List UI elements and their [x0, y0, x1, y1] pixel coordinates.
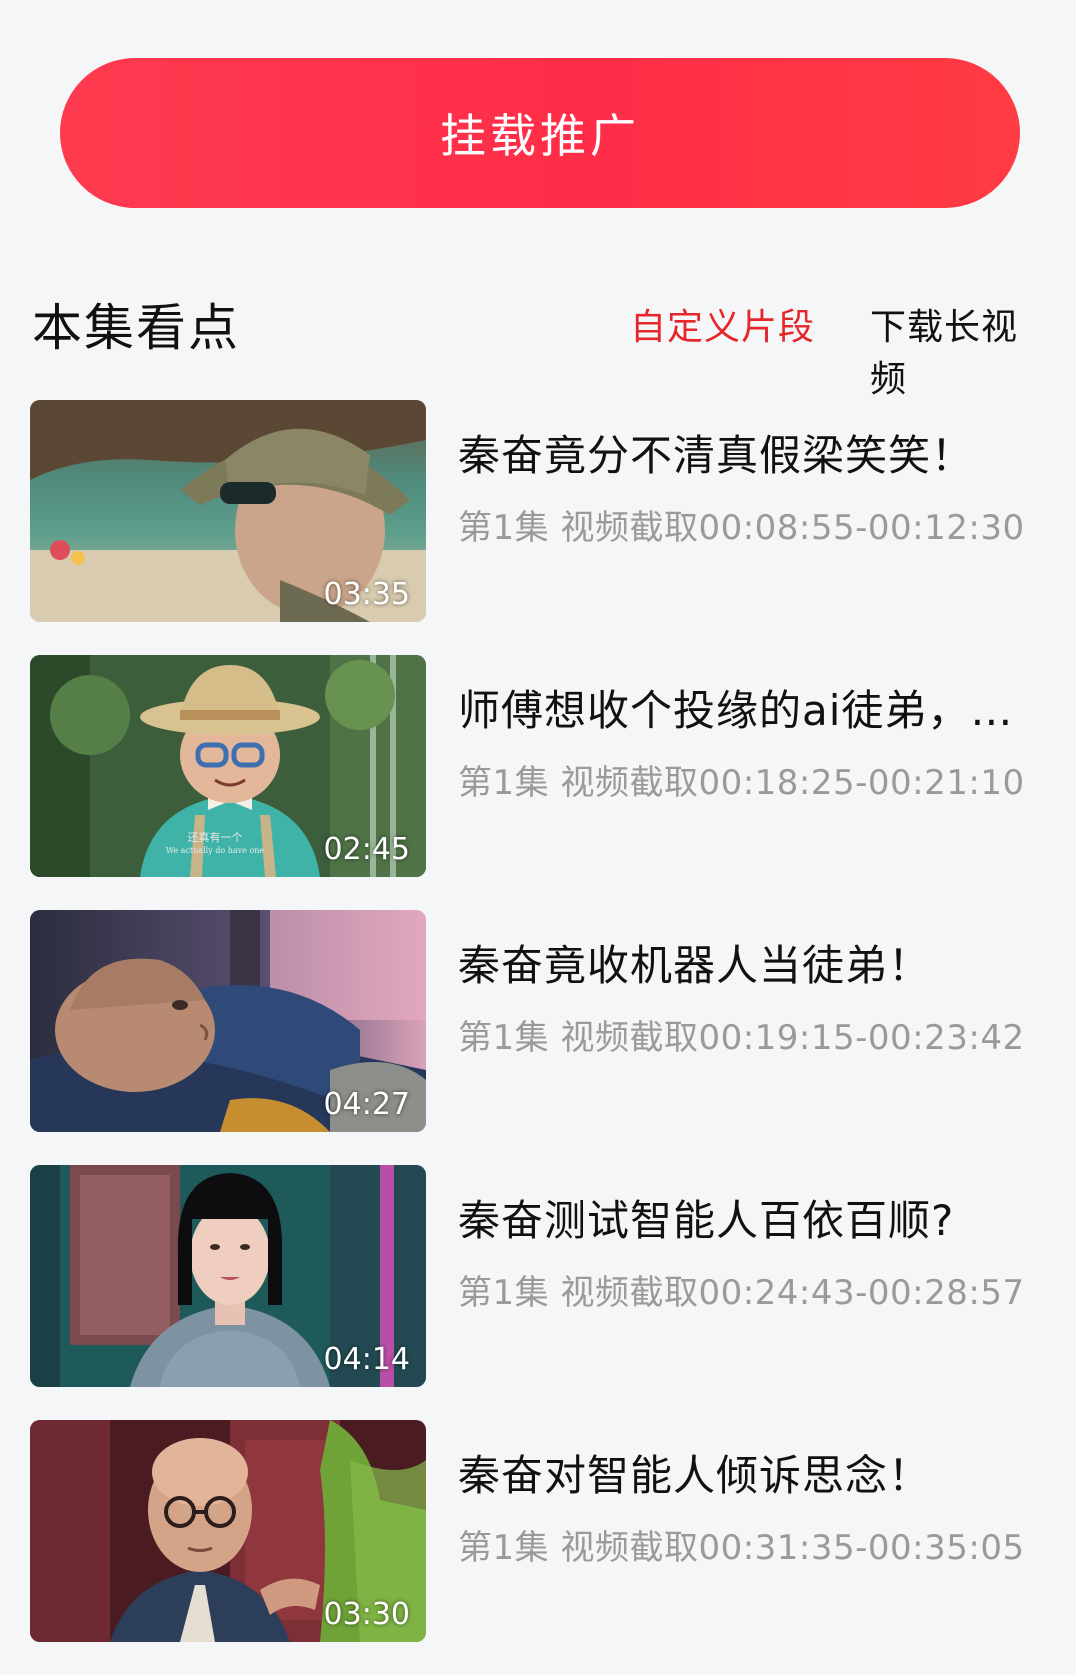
subtitle-english: We actually do have one — [166, 846, 265, 855]
custom-clip-link[interactable]: 自定义片段 — [630, 298, 815, 350]
clip-item[interactable]: 03:35 秦奋竟分不清真假梁笑笑！ 第1集 视频截取00:08:55-00:1… — [30, 400, 1050, 622]
clip-thumbnail[interactable]: 03:30 — [30, 1420, 426, 1642]
clip-meta: 第1集 视频截取00:24:43-00:28:57 — [458, 1273, 1025, 1313]
clip-thumbnail[interactable]: 还真有一个 We actually do have one 02:45 — [30, 655, 426, 877]
mount-promotion-button[interactable]: 挂载推广 — [60, 58, 1020, 208]
clip-title[interactable]: 秦奋对智能人倾诉思念！ — [458, 1442, 1058, 1503]
clip-duration: 02:45 — [323, 832, 410, 867]
clip-duration: 04:14 — [323, 1342, 410, 1377]
clip-duration: 04:27 — [323, 1087, 410, 1122]
download-long-video-link[interactable]: 下载长视频 — [870, 298, 1052, 402]
clip-thumbnail[interactable]: 04:14 — [30, 1165, 426, 1387]
clip-list: 03:35 秦奋竟分不清真假梁笑笑！ 第1集 视频截取00:08:55-00:1… — [30, 400, 1050, 1675]
clip-item[interactable]: 还真有一个 We actually do have one 02:45 师傅想收… — [30, 655, 1050, 877]
clip-duration: 03:35 — [323, 577, 410, 612]
clip-item[interactable]: 04:27 秦奋竟收机器人当徒弟！ 第1集 视频截取00:19:15-00:23… — [30, 910, 1050, 1132]
clip-title[interactable]: 秦奋竟收机器人当徒弟！ — [458, 932, 1058, 993]
clip-meta: 第1集 视频截取00:08:55-00:12:30 — [458, 508, 1025, 548]
section-header: 本集看点 自定义片段 下载长视频 — [32, 280, 1052, 400]
clip-meta: 第1集 视频截取00:18:25-00:21:10 — [458, 763, 1025, 803]
clip-item[interactable]: 03:30 秦奋对智能人倾诉思念！ 第1集 视频截取00:31:35-00:35… — [30, 1420, 1050, 1642]
clip-duration: 03:30 — [323, 1597, 410, 1632]
clip-title[interactable]: 秦奋测试智能人百依百顺? — [458, 1187, 1058, 1248]
clip-meta: 第1集 视频截取00:19:15-00:23:42 — [458, 1018, 1025, 1058]
subtitle-chinese: 还真有一个 — [188, 830, 243, 844]
clip-item[interactable]: 04:14 秦奋测试智能人百依百顺? 第1集 视频截取00:24:43-00:2… — [30, 1165, 1050, 1387]
section-title: 本集看点 — [32, 299, 240, 357]
clip-title[interactable]: 师傅想收个投缘的ai徒弟，… — [458, 677, 1058, 738]
clip-thumbnail[interactable]: 03:35 — [30, 400, 426, 622]
clip-title[interactable]: 秦奋竟分不清真假梁笑笑！ — [458, 422, 1058, 483]
clip-meta: 第1集 视频截取00:31:35-00:35:05 — [458, 1528, 1025, 1568]
clip-thumbnail[interactable]: 04:27 — [30, 910, 426, 1132]
